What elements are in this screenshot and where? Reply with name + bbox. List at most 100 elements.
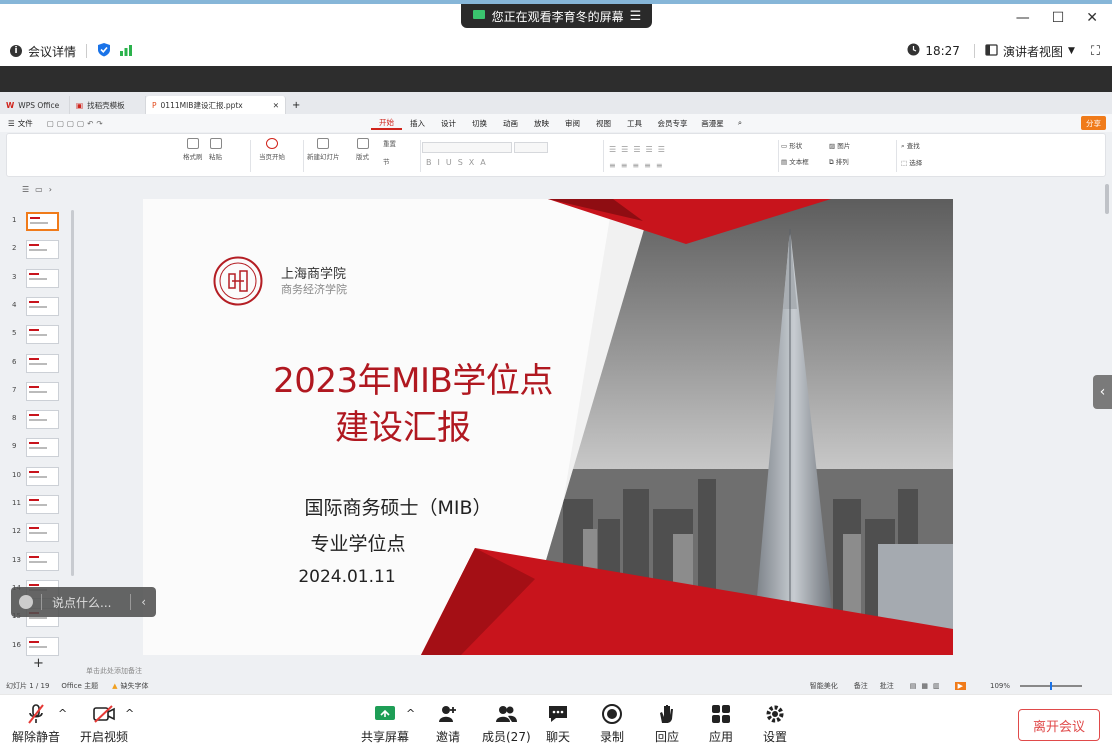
new-slide-button[interactable]: 新建幻灯片: [307, 138, 340, 161]
comments-toggle[interactable]: 批注: [880, 681, 894, 691]
file-menu[interactable]: 文件: [18, 118, 33, 129]
apps-button[interactable]: 应用: [709, 703, 733, 745]
arrange-button[interactable]: ⧉ 排列: [829, 156, 877, 167]
slide-thumbnail[interactable]: [26, 410, 59, 430]
shield-icon[interactable]: [97, 42, 111, 60]
thumbnail-view-icons[interactable]: ☰▭›: [22, 185, 58, 194]
tab-design[interactable]: 设计: [433, 118, 464, 129]
slide-thumbnail[interactable]: [26, 523, 59, 543]
maximize-icon[interactable]: ☐: [1052, 10, 1065, 26]
reactions-button[interactable]: 回应: [655, 703, 679, 745]
audio-options-chevron-icon[interactable]: ^: [58, 707, 67, 720]
menu-icon[interactable]: ☰: [630, 9, 642, 24]
slide-thumbnail[interactable]: [26, 353, 59, 373]
select-button[interactable]: ⬚ 选择: [901, 157, 922, 167]
tab-extra[interactable]: 画漫星: [695, 118, 730, 129]
picture-button[interactable]: ▨ 图片: [829, 140, 877, 150]
thumbnail-scrollbar[interactable]: [71, 210, 74, 576]
close-icon[interactable]: ✕: [1086, 10, 1098, 26]
tab-member[interactable]: 会员专享: [650, 118, 695, 129]
find-button[interactable]: ⌕ 查找: [901, 140, 922, 151]
slide-thumbnail[interactable]: [26, 438, 59, 458]
slide-thumbnail[interactable]: [26, 381, 59, 401]
info-icon[interactable]: i: [10, 45, 22, 57]
screen-share-banner[interactable]: 您正在观看李育冬的屏幕 ☰: [461, 4, 652, 28]
add-slide-icon[interactable]: +: [33, 656, 44, 671]
collapse-chevron-icon[interactable]: ‹: [141, 595, 146, 609]
divider: [603, 140, 604, 172]
floating-chat-input[interactable]: 说点什么... ‹: [11, 587, 156, 617]
slide-thumbnail[interactable]: [26, 212, 59, 231]
zoom-level[interactable]: 109%: [990, 682, 1010, 690]
slide-thumbnail[interactable]: [26, 466, 59, 486]
slide-thumbnail[interactable]: [26, 495, 59, 514]
signal-icon[interactable]: [119, 44, 133, 59]
slide-thumbnail[interactable]: [26, 325, 59, 345]
section-button[interactable]: 节: [383, 156, 390, 166]
members-button[interactable]: 成员(27): [482, 703, 531, 745]
tab-home[interactable]: 开始: [371, 117, 402, 130]
font-name-select[interactable]: [422, 142, 512, 153]
font-size-select[interactable]: [514, 142, 548, 153]
share-options-chevron-icon[interactable]: ^: [406, 707, 415, 720]
play-current-button[interactable]: 当页开始: [259, 138, 285, 161]
layout-button[interactable]: 版式: [356, 138, 369, 161]
speaker-view-icon[interactable]: [985, 43, 998, 59]
meeting-details-link[interactable]: 会议详情: [28, 43, 76, 60]
font-format-icons[interactable]: BIUSXA: [426, 158, 492, 167]
paste-button[interactable]: 粘贴: [209, 138, 222, 161]
chevron-down-icon[interactable]: ▼: [1068, 46, 1075, 56]
fullscreen-icon[interactable]: ⛶: [1091, 44, 1100, 59]
reset-button[interactable]: 重置: [383, 138, 396, 148]
shape-button[interactable]: ▭ 形状: [781, 140, 829, 150]
zoom-slider[interactable]: [1020, 682, 1082, 690]
slide-canvas[interactable]: 上海商学院 商务经济学院 2023年MIB学位点 建设汇报 国际商务硕士（MIB…: [143, 199, 953, 655]
quick-access-icons[interactable]: ▢▢▢▢↶↷: [47, 119, 106, 128]
notes-toggle[interactable]: 备注: [854, 681, 868, 691]
tab-pptx-file[interactable]: P 0111MIB建设汇报.pptx ✕: [146, 96, 286, 114]
emoji-icon[interactable]: [19, 595, 33, 609]
share-screen-button[interactable]: 共享屏幕: [361, 703, 409, 745]
tab-template[interactable]: ▣ 找稻壳模板: [70, 96, 146, 114]
leave-meeting-button[interactable]: 离开会议: [1018, 709, 1100, 741]
vertical-scrollbar[interactable]: [1105, 184, 1109, 214]
settings-button[interactable]: 设置: [763, 703, 787, 745]
tab-animation[interactable]: 动画: [495, 118, 526, 129]
missing-font-link[interactable]: 缺失字体: [120, 681, 148, 691]
notes-area[interactable]: 单击此处添加备注: [78, 662, 1106, 678]
slide-thumbnail[interactable]: [26, 296, 59, 316]
side-panel-toggle[interactable]: ‹: [1093, 375, 1112, 409]
add-tab-icon[interactable]: +: [292, 100, 300, 111]
video-options-chevron-icon[interactable]: ^: [125, 707, 134, 720]
smart-beautify-button[interactable]: 智能美化: [810, 681, 838, 691]
start-video-label: 开启视频: [80, 730, 129, 744]
tab-wps-office[interactable]: W WPS Office: [0, 96, 70, 114]
share-button[interactable]: 分享: [1081, 116, 1106, 130]
tab-insert[interactable]: 插入: [402, 118, 433, 129]
slide-thumbnail[interactable]: [26, 551, 59, 571]
view-mode-selector[interactable]: 演讲者视图: [1003, 43, 1063, 60]
tab-slideshow[interactable]: 放映: [526, 118, 557, 129]
tab-review[interactable]: 审阅: [557, 118, 588, 129]
invite-button[interactable]: 邀请: [436, 703, 460, 745]
unmute-button[interactable]: 解除静音: [12, 703, 60, 745]
tab-view[interactable]: 视图: [588, 118, 619, 129]
close-icon[interactable]: ✕: [273, 101, 279, 110]
tab-tools[interactable]: 工具: [619, 118, 650, 129]
slide-thumbnail[interactable]: [26, 636, 59, 656]
minimize-icon[interactable]: —: [1016, 10, 1030, 26]
textbox-button[interactable]: ▤ 文本框: [781, 156, 829, 167]
slide-thumbnail[interactable]: [26, 268, 59, 288]
tab-transition[interactable]: 切换: [464, 118, 495, 129]
view-mode-icons[interactable]: ▤▦▥: [910, 682, 945, 690]
record-button[interactable]: 录制: [600, 703, 624, 745]
play-icon[interactable]: ▶: [954, 682, 966, 690]
search-icon[interactable]: ⌕: [730, 118, 750, 128]
slide-thumbnail[interactable]: [26, 240, 59, 260]
start-video-button[interactable]: 开启视频: [80, 703, 128, 745]
format-painter-button[interactable]: 格式刷: [183, 138, 203, 161]
hamburger-icon[interactable]: ☰: [8, 119, 15, 128]
chat-button[interactable]: 聊天: [546, 703, 570, 745]
zoom-slider-handle[interactable]: [1050, 682, 1052, 690]
paragraph-format-icons[interactable]: ☰☰☰☰☰ ≡≡≡≡≡: [609, 142, 670, 174]
